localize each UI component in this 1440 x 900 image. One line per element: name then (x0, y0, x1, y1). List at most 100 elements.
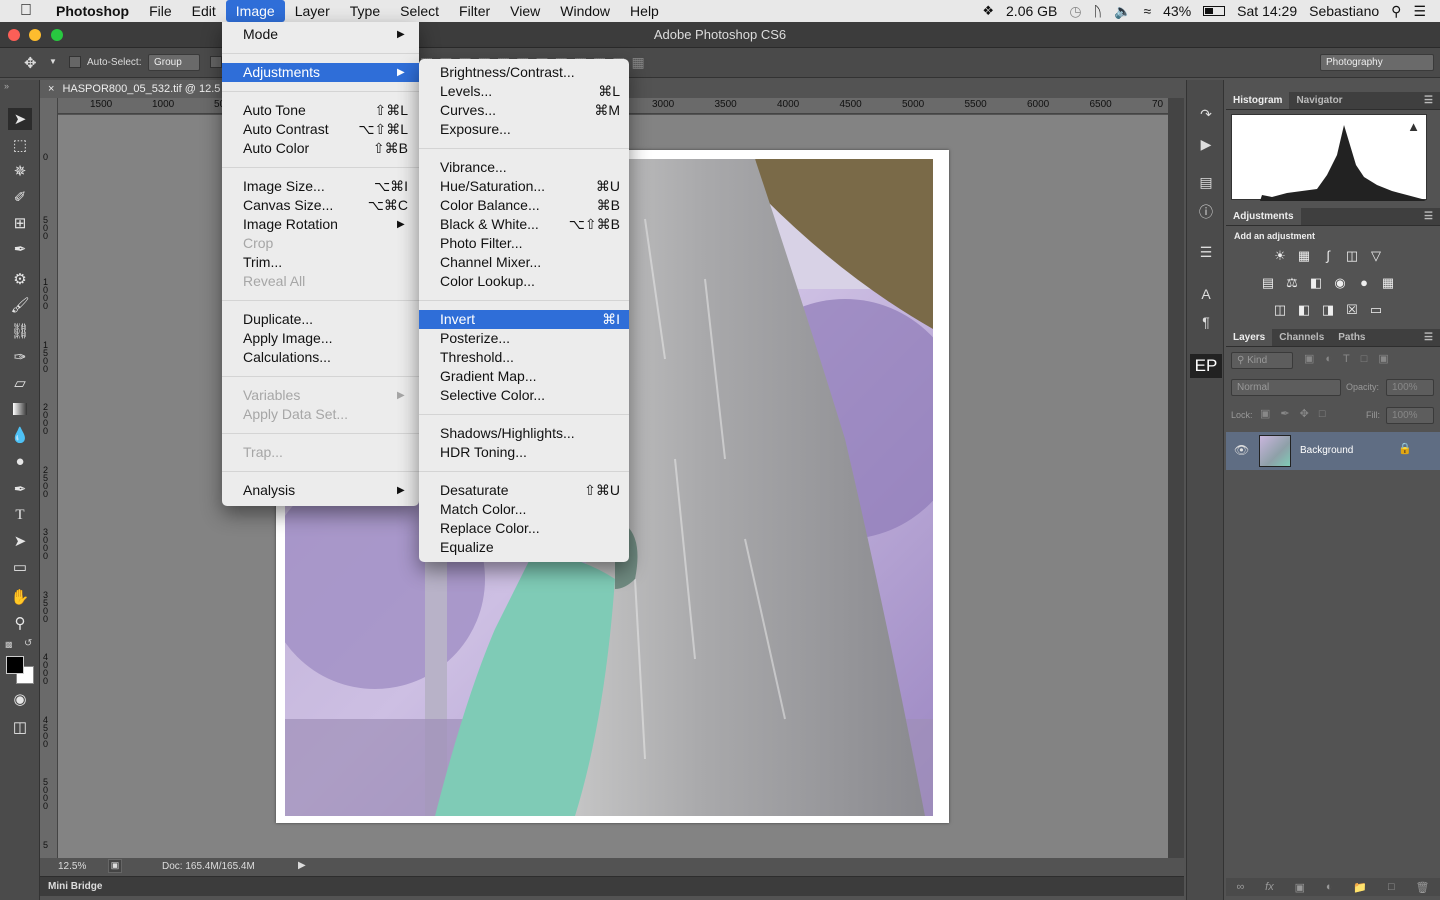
transform-controls-checkbox[interactable] (210, 56, 222, 68)
menu-image[interactable]: Image (225, 0, 285, 22)
marquee-tool-icon[interactable]: ⬚ (8, 134, 32, 156)
menu-item-hue-saturation[interactable]: Hue/Saturation... ⌘U (419, 177, 629, 196)
ep-panel-icon[interactable]: EP (1190, 354, 1222, 378)
crop-tool-icon[interactable]: ⊞ (8, 212, 32, 234)
blur-tool-icon[interactable]: 💧 (8, 424, 32, 446)
quick-mask-icon[interactable]: ◉ (8, 688, 32, 710)
new-adjustment-layer-icon[interactable]: ◐ (1326, 881, 1333, 893)
document-tab[interactable]: × HASPOR800_05_532.tif @ 12.5 (40, 80, 223, 98)
fx-icon[interactable]: fx (1265, 881, 1274, 893)
lasso-tool-icon[interactable]: ✵ (8, 160, 32, 182)
menu-item-trim[interactable]: Trim... (222, 253, 419, 272)
menu-type[interactable]: Type (340, 0, 390, 22)
menu-item-black-and-white[interactable]: Black & White... ⌥⇧⌘B (419, 215, 629, 234)
panel-menu-icon[interactable]: ☰ (1417, 208, 1440, 225)
rectangle-tool-icon[interactable]: ▭ (8, 556, 32, 578)
workspace-switcher[interactable]: Photography (1320, 54, 1434, 71)
menu-view[interactable]: View (500, 0, 550, 22)
default-colors-icon[interactable]: ▩ (5, 640, 13, 649)
menu-item-replace-color[interactable]: Replace Color... (419, 519, 629, 538)
mini-bridge-panel[interactable]: Mini Bridge (40, 876, 1184, 896)
user-name[interactable]: Sebastiano (1309, 3, 1379, 19)
brightness-adjustment-icon[interactable]: ☀ (1272, 248, 1288, 264)
menu-item-levels[interactable]: Levels... ⌘L (419, 82, 629, 101)
character-panel-icon[interactable]: A (1196, 284, 1216, 304)
dodge-tool-icon[interactable]: ● (8, 450, 32, 472)
actions-panel-icon[interactable]: ▶ (1196, 134, 1216, 154)
quick-selection-tool-icon[interactable]: ✐ (8, 186, 32, 208)
layer-name[interactable]: Background (1300, 445, 1353, 456)
threshold-adjustment-icon[interactable]: ◨ (1320, 302, 1336, 318)
menu-item-channel-mixer[interactable]: Channel Mixer... (419, 253, 629, 272)
tool-preset-dropdown-icon[interactable]: ▼ (49, 57, 57, 66)
menu-item-hdr-toning[interactable]: HDR Toning... (419, 443, 629, 462)
color-balance-adjustment-icon[interactable]: ⚖ (1284, 275, 1300, 291)
move-tool-icon[interactable]: ✥ (24, 54, 37, 72)
auto-select-dropdown[interactable]: Group (148, 54, 200, 71)
tab-histogram[interactable]: Histogram (1226, 92, 1290, 109)
menu-item-calculations[interactable]: Calculations... (222, 348, 419, 367)
menu-item-equalize[interactable]: Equalize (419, 538, 629, 557)
menu-item-desaturate[interactable]: Desaturate ⇧⌘U (419, 481, 629, 500)
menu-item-color-lookup[interactable]: Color Lookup... (419, 272, 629, 291)
levels-adjustment-icon[interactable]: ▦ (1296, 248, 1312, 264)
hand-tool-icon[interactable]: ✋ (8, 586, 32, 608)
black-white-adjustment-icon[interactable]: ◧ (1308, 275, 1324, 291)
exposure-adjustment-icon[interactable]: ◫ (1344, 248, 1360, 264)
menu-select[interactable]: Select (390, 0, 449, 22)
channel-mixer-adjustment-icon[interactable]: ● (1356, 275, 1372, 291)
menu-item-analysis[interactable]: Analysis ▶ (222, 481, 419, 500)
tab-layers[interactable]: Layers (1226, 329, 1273, 346)
toolbox-collapse-icon[interactable]: » (4, 81, 9, 91)
hue-saturation-adjustment-icon[interactable]: ▤ (1260, 275, 1276, 291)
apple-icon[interactable]:  (0, 0, 46, 22)
battery-icon[interactable] (1203, 6, 1226, 16)
history-brush-tool-icon[interactable]: ✑ (8, 346, 32, 368)
menu-item-image-size[interactable]: Image Size... ⌥⌘I (222, 177, 419, 196)
menu-photoshop[interactable]: Photoshop (46, 0, 139, 22)
menu-help[interactable]: Help (620, 0, 669, 22)
tab-paths[interactable]: Paths (1331, 329, 1372, 346)
vibrance-adjustment-icon[interactable]: ▽ (1368, 248, 1384, 264)
foreground-color-swatch[interactable] (6, 656, 24, 674)
menu-item-vibrance[interactable]: Vibrance... (419, 158, 629, 177)
tab-adjustments[interactable]: Adjustments (1226, 208, 1301, 225)
menu-item-selective-color[interactable]: Selective Color... (419, 386, 629, 405)
dropbox-icon[interactable]: ❖ (982, 3, 994, 19)
pen-tool-icon[interactable]: ✒ (8, 478, 32, 500)
eyedropper-tool-icon[interactable]: ✒ (8, 238, 32, 260)
menu-item-posterize[interactable]: Posterize... (419, 329, 629, 348)
auto-select-checkbox[interactable] (69, 56, 81, 68)
menu-item-curves[interactable]: Curves... ⌘M (419, 101, 629, 120)
selective-color-adjustment-icon[interactable]: ☒ (1344, 302, 1360, 318)
screen-mode-icon[interactable]: ◫ (8, 716, 32, 738)
color-lookup-adjustment-icon[interactable]: ▦ (1380, 275, 1396, 291)
invert-adjustment-icon[interactable]: ◫ (1272, 302, 1288, 318)
curves-adjustment-icon[interactable]: ∫ (1320, 248, 1336, 264)
volume-icon[interactable]: 🔈 (1114, 3, 1131, 20)
healing-brush-tool-icon[interactable]: ⚙ (8, 268, 32, 290)
menu-window[interactable]: Window (550, 0, 620, 22)
menu-item-shadows-highlights[interactable]: Shadows/Highlights... (419, 424, 629, 443)
menu-item-brightness-contrast[interactable]: Brightness/Contrast... (419, 63, 629, 82)
history-panel-icon[interactable]: ↷ (1196, 104, 1216, 124)
blend-mode-dropdown[interactable]: Normal (1231, 379, 1341, 396)
menu-item-canvas-size[interactable]: Canvas Size... ⌥⌘C (222, 196, 419, 215)
eraser-tool-icon[interactable]: ▱ (8, 372, 32, 394)
time-machine-icon[interactable]: ◷ (1069, 3, 1081, 20)
opacity-field[interactable]: 100% (1386, 379, 1434, 396)
link-layers-icon[interactable]: ∞ (1236, 881, 1244, 893)
visibility-eye-icon[interactable]: 👁 (1234, 443, 1249, 457)
paragraph-styles-icon[interactable]: ☰ (1196, 242, 1216, 262)
new-layer-icon[interactable]: □ (1388, 881, 1395, 893)
info-panel-icon[interactable]: ⓘ (1196, 202, 1216, 222)
bluetooth-icon[interactable]: ᚢ (1094, 3, 1102, 19)
spotlight-search-icon[interactable]: ⚲ (1391, 3, 1401, 20)
menu-item-exposure[interactable]: Exposure... (419, 120, 629, 139)
trash-icon[interactable]: 🗑 (1416, 881, 1430, 894)
menu-item-apply-image[interactable]: Apply Image... (222, 329, 419, 348)
menu-item-auto-tone[interactable]: Auto Tone ⇧⌘L (222, 101, 419, 120)
menu-item-mode[interactable]: Mode ▶ (222, 25, 419, 44)
paragraph-panel-icon[interactable]: ¶ (1196, 312, 1216, 332)
menu-item-auto-color[interactable]: Auto Color ⇧⌘B (222, 139, 419, 158)
